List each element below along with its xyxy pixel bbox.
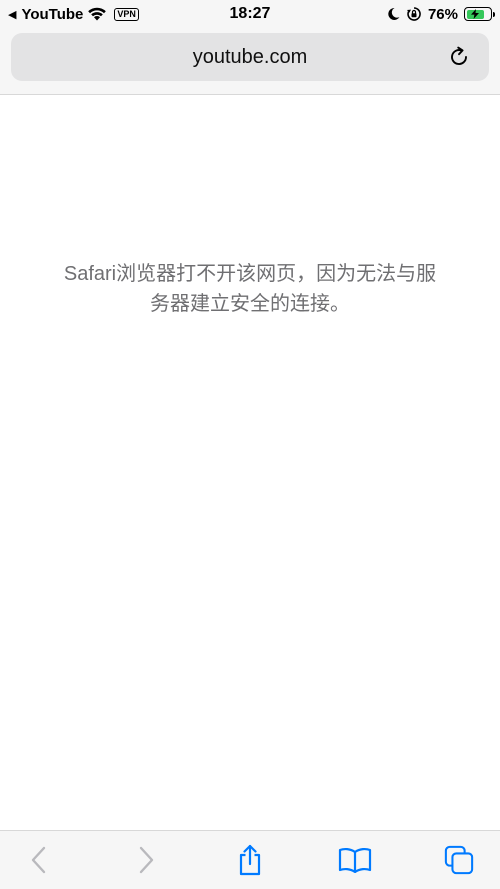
address-bar-area: youtube.com	[0, 28, 500, 95]
tabs-icon	[444, 845, 474, 875]
web-content: Safari浏览器打不开该网页，因为无法与服务器建立安全的连接。	[0, 95, 500, 830]
error-message: Safari浏览器打不开该网页，因为无法与服务器建立安全的连接。	[63, 263, 437, 315]
share-icon	[239, 844, 261, 876]
status-bar: ◀ YouTube VPN 18:27 76%	[0, 0, 500, 28]
bottom-toolbar	[0, 830, 500, 889]
battery-icon	[464, 7, 495, 21]
share-button[interactable]	[235, 844, 265, 876]
charging-bolt-icon	[471, 9, 480, 19]
back-to-app-icon[interactable]: ◀	[8, 8, 16, 21]
moon-icon	[388, 7, 400, 20]
tabs-button[interactable]	[444, 845, 474, 875]
chevron-right-icon	[139, 846, 154, 874]
book-icon	[338, 847, 372, 873]
rotation-lock-icon	[406, 7, 421, 21]
bookmarks-button[interactable]	[338, 845, 372, 875]
reload-icon[interactable]	[447, 45, 471, 69]
wifi-icon	[88, 7, 107, 21]
battery-percent: 76%	[427, 5, 458, 23]
battery-fill	[466, 9, 484, 19]
back-to-app-label[interactable]: YouTube	[21, 6, 83, 23]
url-text[interactable]: youtube.com	[193, 46, 308, 69]
chevron-left-icon	[31, 846, 46, 874]
vpn-badge: VPN	[114, 7, 139, 21]
address-bar[interactable]: youtube.com	[11, 33, 489, 81]
forward-button[interactable]	[131, 845, 161, 875]
status-bar-right: 76%	[387, 5, 495, 23]
status-bar-left[interactable]: ◀ YouTube VPN	[8, 6, 139, 23]
back-button[interactable]	[24, 845, 54, 875]
